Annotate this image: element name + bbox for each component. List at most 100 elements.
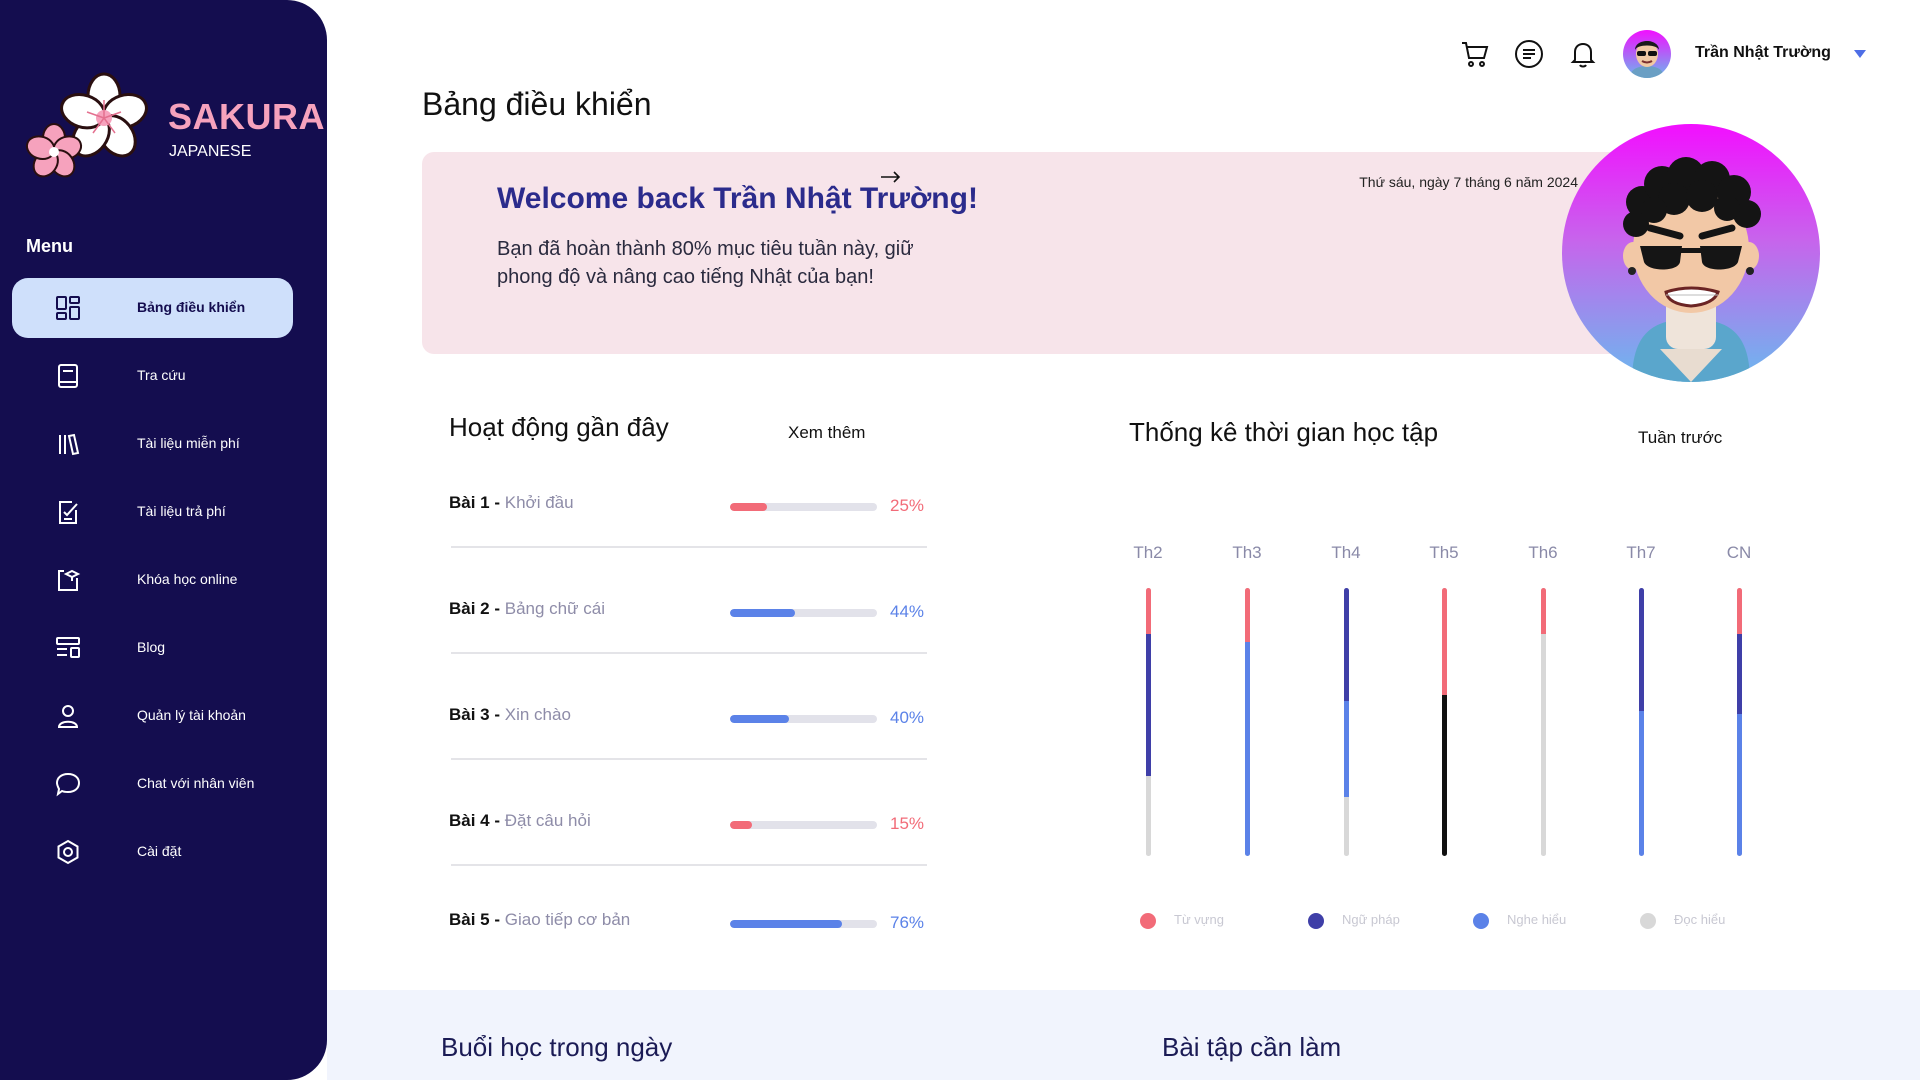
- lesson-number: Bài 1 -: [449, 493, 505, 512]
- lesson-progress-percent: 15%: [890, 814, 925, 833]
- lesson-name: Xin chào: [504, 705, 571, 724]
- day-label: Th7: [1626, 543, 1656, 562]
- lesson-progress-bar: [730, 920, 877, 928]
- lesson-label[interactable]: Bài 4 - Đặt câu hỏi: [449, 811, 591, 831]
- today-sessions-title: Buổi học trong ngày: [441, 1032, 673, 1062]
- lesson-progress-bar: [730, 821, 877, 829]
- blog-icon: [56, 637, 80, 658]
- legend-label: Từ vựng: [1174, 912, 1224, 927]
- bar-segment: [1541, 588, 1546, 634]
- sidebar-item-free-documents[interactable]: Tài liệu miễn phí: [12, 414, 293, 474]
- avatar[interactable]: [1623, 30, 1671, 78]
- user-name[interactable]: Trần Nhật Trường: [1695, 44, 1831, 62]
- lesson-progress-bar: [730, 503, 877, 511]
- bar-column: [1737, 588, 1742, 856]
- paid-document-icon: [59, 501, 78, 524]
- lesson-name: Giao tiếp cơ bản: [504, 910, 631, 929]
- bar-column: [1344, 588, 1349, 856]
- sidebar-item-blog[interactable]: Blog: [12, 618, 293, 678]
- sidebar-item-label: Chat với nhân viên: [137, 775, 255, 791]
- sidebar-item-label: Khóa học online: [137, 571, 238, 587]
- cart-icon[interactable]: [1459, 38, 1491, 70]
- bar-segment: [1442, 588, 1447, 696]
- bell-icon[interactable]: [1567, 38, 1599, 70]
- bar-segment: [1344, 700, 1349, 798]
- lesson-progress-percent: 76%: [890, 913, 925, 932]
- lesson-name: Bảng chữ cái: [504, 599, 605, 618]
- sakura-logo-icon: [25, 72, 148, 178]
- lesson-label[interactable]: Bài 1 - Khởi đầu: [449, 493, 574, 513]
- bar-segment: [1146, 588, 1151, 634]
- bar-column: [1541, 588, 1546, 856]
- row-divider: [451, 864, 927, 866]
- bar-column: [1639, 588, 1644, 856]
- lesson-progress-fill: [730, 715, 789, 723]
- book-icon: [58, 364, 78, 388]
- study-stats-title: Thống kê thời gian học tập: [1129, 417, 1439, 447]
- user-icon: [57, 705, 79, 728]
- lesson-progress-fill: [730, 821, 753, 829]
- lesson-progress-percent: 40%: [890, 708, 925, 727]
- sidebar-item-lookup[interactable]: Tra cứu: [12, 346, 293, 406]
- see-more-link[interactable]: Xem thêm: [788, 423, 865, 443]
- bar-column: [1146, 588, 1151, 856]
- lesson-name: Đặt câu hỏi: [504, 811, 591, 830]
- sidebar-item-label: Tài liệu miễn phí: [137, 435, 240, 451]
- lesson-number: Bài 5 -: [449, 910, 505, 929]
- sidebar-item-account[interactable]: Quản lý tài khoản: [12, 686, 293, 746]
- profile-avatar-large: [1562, 124, 1820, 382]
- page-title: Bảng điều khiển: [422, 86, 652, 122]
- sidebar-item-label: Cài đặt: [137, 843, 182, 859]
- lesson-label[interactable]: Bài 3 - Xin chào: [449, 705, 571, 725]
- online-course-icon: [58, 569, 81, 591]
- day-label: Th2: [1133, 543, 1163, 562]
- chat-icon: [55, 772, 81, 797]
- sidebar-item-online-course[interactable]: Khóa học online: [12, 550, 293, 610]
- bar-segment: [1737, 588, 1742, 634]
- menu-title: Menu: [26, 236, 73, 256]
- sidebar-item-paid-documents[interactable]: Tài liệu trả phí: [12, 482, 293, 542]
- sidebar-item-label: Quản lý tài khoản: [137, 707, 246, 723]
- recent-activity-title: Hoạt động gần đây: [449, 412, 669, 442]
- welcome-message: Bạn đã hoàn thành 80% mục tiêu tuần này,…: [497, 238, 914, 288]
- lesson-progress-fill: [730, 609, 795, 617]
- bar-segment: [1146, 633, 1151, 776]
- lesson-progress-percent: 25%: [890, 496, 925, 515]
- sidebar-item-label: Bảng điều khiển: [137, 299, 246, 315]
- bar-segment: [1639, 711, 1644, 856]
- legend-dot: [1308, 913, 1324, 929]
- legend-dot: [1473, 913, 1489, 929]
- arrow-right-icon: [881, 171, 901, 183]
- lesson-label[interactable]: Bài 2 - Bảng chữ cái: [449, 599, 605, 619]
- sidebar: SAKURA JAPANESE Menu Bảng điều khiển Tra…: [0, 0, 327, 1080]
- lesson-progress-fill: [730, 920, 842, 928]
- day-label: CN: [1726, 543, 1752, 562]
- bar-segment: [1541, 633, 1546, 856]
- lesson-label[interactable]: Bài 5 - Giao tiếp cơ bản: [449, 910, 630, 930]
- bar-column: [1442, 588, 1447, 856]
- brand-subtitle: JAPANESE: [169, 143, 252, 160]
- brand-name: SAKURA: [168, 96, 326, 137]
- message-icon[interactable]: [1513, 38, 1545, 70]
- sidebar-item-dashboard[interactable]: Bảng điều khiển: [12, 278, 293, 338]
- chevron-down-icon[interactable]: [1853, 49, 1867, 59]
- period-selector[interactable]: Tuần trước: [1638, 428, 1722, 448]
- welcome-title: Welcome back Trần Nhật Trường!: [497, 182, 978, 215]
- sidebar-item-label: Tài liệu trả phí: [137, 503, 226, 519]
- bar-segment: [1146, 775, 1151, 856]
- sidebar-item-label: Tra cứu: [137, 367, 186, 383]
- sidebar-item-settings[interactable]: Cài đặt: [12, 822, 293, 882]
- legend-dot: [1140, 913, 1156, 929]
- legend-label: Đọc hiểu: [1674, 912, 1726, 927]
- sidebar-item-chat[interactable]: Chat với nhân viên: [12, 754, 293, 814]
- lesson-progress-bar: [730, 715, 877, 723]
- welcome-banner: Welcome back Trần Nhật Trường! Bạn đã ho…: [422, 152, 1662, 354]
- bar-segment: [1245, 641, 1250, 856]
- day-label: Th5: [1429, 543, 1459, 562]
- bar-segment: [1737, 633, 1742, 714]
- lesson-progress-fill: [730, 503, 767, 511]
- lesson-number: Bài 2 -: [449, 599, 505, 618]
- row-divider: [451, 546, 927, 548]
- bar-segment: [1245, 588, 1250, 642]
- lesson-number: Bài 3 -: [449, 705, 505, 724]
